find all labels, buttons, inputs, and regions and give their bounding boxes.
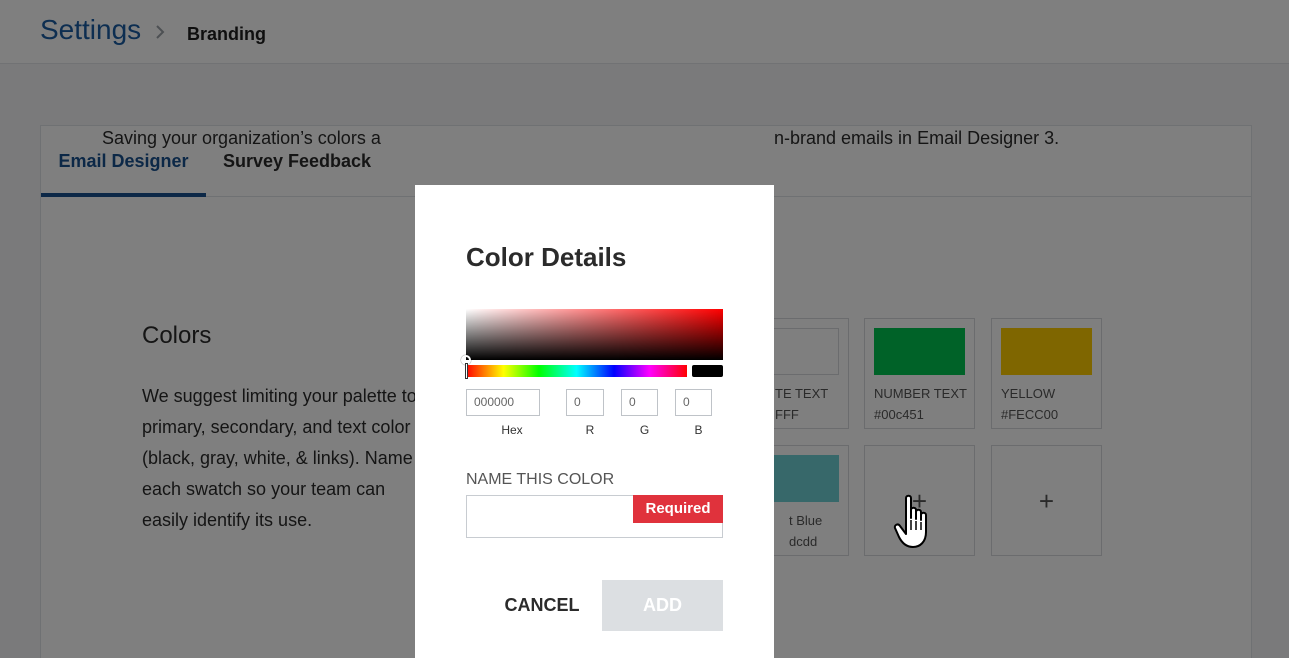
required-badge: Required [633, 495, 723, 523]
hue-handle[interactable] [465, 363, 468, 379]
add-button[interactable]: ADD [602, 580, 723, 631]
b-input[interactable]: 0 [675, 389, 712, 416]
hue-slider[interactable] [465, 363, 687, 379]
name-color-label: NAME THIS COLOR [466, 471, 615, 488]
b-label: B [694, 423, 703, 437]
r-label: R [585, 423, 595, 437]
hex-label: Hex [501, 423, 523, 437]
hand-cursor-icon [893, 494, 927, 548]
cancel-button[interactable]: CANCEL [497, 580, 587, 630]
modal-title: Color Details [466, 242, 627, 272]
r-input[interactable]: 0 [566, 389, 604, 416]
g-input[interactable]: 0 [621, 389, 658, 416]
color-details-modal: Color Details 000000 0 0 0 Hex R G B NAM… [415, 185, 774, 658]
color-preview [692, 365, 723, 377]
g-label: G [639, 423, 650, 437]
saturation-picker[interactable] [461, 309, 723, 365]
hex-input[interactable]: 000000 [466, 389, 540, 416]
